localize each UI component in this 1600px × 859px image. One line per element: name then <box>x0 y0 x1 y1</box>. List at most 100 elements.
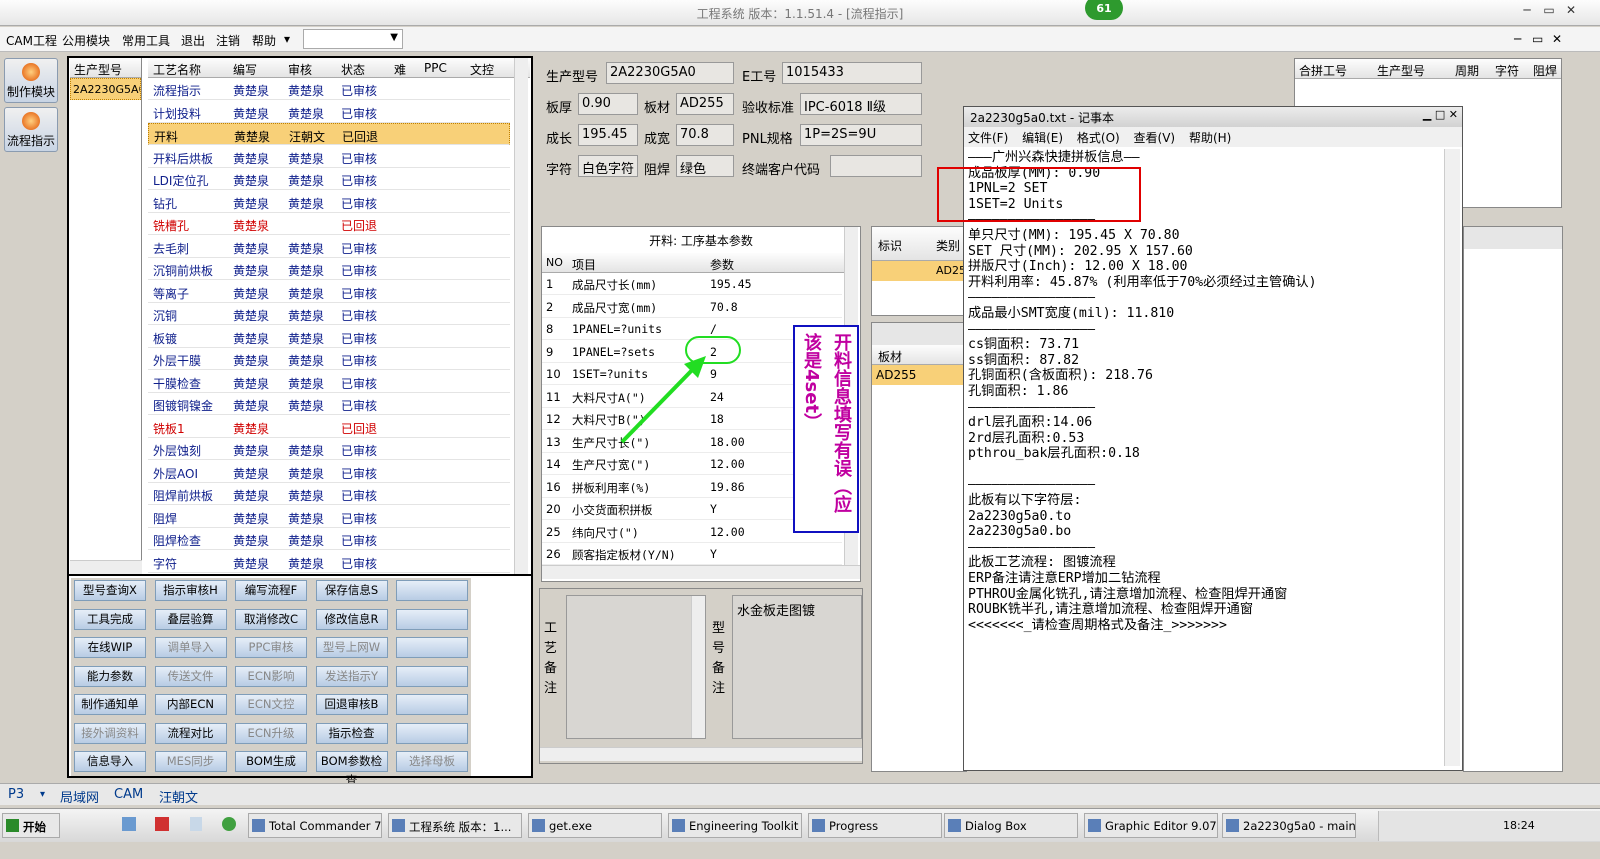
action-button[interactable]: ECN文控 <box>235 694 307 715</box>
action-button[interactable]: 取消修改C <box>235 608 307 630</box>
close-icon[interactable]: ✕ <box>1560 3 1582 17</box>
process-row[interactable]: 沉铜 黄楚泉 黄楚泉 已审核 <box>148 303 510 325</box>
process-row[interactable]: 外层蚀刻 黄楚泉 黄楚泉 已审核 <box>148 438 510 460</box>
help-dropdown-icon[interactable]: ▾ <box>284 32 290 46</box>
notepad-menu-edit[interactable]: 编辑(E) <box>1022 131 1063 145</box>
action-button[interactable]: 能力参数 <box>74 665 146 687</box>
process-row[interactable]: 开料 黄楚泉 汪朝文 已回退 <box>148 123 510 145</box>
start-button[interactable]: 开始 <box>2 813 60 838</box>
action-button[interactable] <box>396 665 468 687</box>
process-row[interactable]: 干膜检查 黄楚泉 黄楚泉 已审核 <box>148 371 510 393</box>
width-field[interactable]: 70.8 <box>676 124 734 146</box>
action-button[interactable]: 接外调资料 <box>74 722 146 744</box>
action-button[interactable]: 保存信息S <box>315 580 388 601</box>
taskbar-task[interactable]: get.exe <box>528 813 662 838</box>
mdi-restore-icon[interactable]: ▭ <box>1532 32 1543 46</box>
action-button[interactable]: 工具完成 <box>74 608 146 630</box>
mdi-close-icon[interactable]: ✕ <box>1552 32 1562 46</box>
char-field[interactable]: 白色字符 <box>578 155 638 177</box>
action-button[interactable]: 回退审核B <box>315 694 388 715</box>
maximize-icon[interactable]: ▭ <box>1538 3 1560 17</box>
taskbar-task[interactable]: 工程系统 版本：1... <box>388 813 522 838</box>
action-button[interactable]: PPC审核 <box>235 637 307 658</box>
process-row[interactable]: 铣板1 黄楚泉 已回退 <box>148 416 510 438</box>
process-row[interactable]: 计划投料 黄楚泉 黄楚泉 已审核 <box>148 101 510 123</box>
param-row[interactable]: 26 顾客指定板材(Y/N) Y <box>542 543 842 565</box>
process-row[interactable]: 阻焊前烘板 黄楚泉 黄楚泉 已审核 <box>148 483 510 505</box>
process-row[interactable]: 阻焊 黄楚泉 黄楚泉 已审核 <box>148 506 510 528</box>
quicklaunch-icon[interactable] <box>122 817 136 831</box>
process-row[interactable]: 沉铜前烘板 黄楚泉 黄楚泉 已审核 <box>148 258 510 280</box>
calculator-icon[interactable] <box>190 817 202 831</box>
taskbar-task[interactable]: Engineering Toolkit 9... <box>668 813 802 838</box>
action-button[interactable] <box>396 637 468 658</box>
action-button[interactable] <box>396 580 468 601</box>
action-button[interactable] <box>396 722 468 744</box>
process-row[interactable]: 钻孔 黄楚泉 黄楚泉 已审核 <box>148 191 510 213</box>
menu-exit[interactable]: 退出 <box>181 32 205 49</box>
customer-field[interactable] <box>830 155 922 177</box>
process-row[interactable]: 去毛刺 黄楚泉 黄楚泉 已审核 <box>148 236 510 258</box>
notepad-minimize-icon[interactable]: ▁ <box>1423 108 1431 121</box>
notepad-menu-view[interactable]: 查看(V) <box>1134 131 1176 145</box>
notification-badge[interactable]: 61 <box>1085 0 1123 20</box>
process-row[interactable]: 字符 黄楚泉 黄楚泉 已审核 <box>148 551 510 573</box>
taskbar-task[interactable]: Progress <box>808 813 942 838</box>
taskbar-task[interactable]: Total Commander 7.... <box>248 813 382 838</box>
process-row[interactable]: 铣槽孔 黄楚泉 已回退 <box>148 213 510 235</box>
action-button[interactable]: 选择母板 <box>396 751 468 772</box>
action-button[interactable] <box>396 694 468 715</box>
pnl-field[interactable]: 1P=2S=9U <box>800 124 922 146</box>
menu-common-tools[interactable]: 常用工具 <box>122 32 170 49</box>
process-scrollbar[interactable] <box>514 58 528 574</box>
action-button[interactable]: 型号上网W <box>315 637 388 658</box>
action-button[interactable]: ECN影响 <box>235 665 307 687</box>
action-button[interactable]: 传送文件 <box>154 665 227 687</box>
action-button[interactable]: 调单导入 <box>154 637 227 658</box>
material-row[interactable]: AD255 <box>872 365 966 385</box>
menu-common-module[interactable]: 公用模块 <box>62 32 110 49</box>
action-button[interactable] <box>396 608 468 630</box>
action-button[interactable]: 型号查询X <box>74 580 146 601</box>
action-button[interactable]: BOM参数检查 <box>315 751 388 787</box>
browser-icon[interactable] <box>222 817 236 831</box>
status-p3[interactable]: P3 <box>8 787 24 802</box>
material-field[interactable]: AD255 <box>676 93 734 115</box>
menu-cam[interactable]: CAM工程 <box>6 32 57 49</box>
taskbar-task[interactable]: 2a2230g5a0 - main_qa <box>1222 813 1356 838</box>
e-no-field[interactable]: 1015433 <box>782 62 922 84</box>
notepad-close-icon[interactable]: ✕ <box>1449 108 1458 121</box>
process-row[interactable]: 阻焊检查 黄楚泉 黄楚泉 已审核 <box>148 528 510 550</box>
mask-field[interactable]: 绿色 <box>676 155 734 177</box>
menu-combo[interactable]: ▼ <box>303 29 403 49</box>
minimize-icon[interactable]: ─ <box>1516 3 1538 17</box>
status-dropdown-icon[interactable]: ▾ <box>40 789 45 800</box>
param-row[interactable]: 1 成品尺寸长(mm) 195.45 <box>542 273 842 295</box>
menu-logout[interactable]: 注销 <box>216 32 240 49</box>
model-field[interactable]: 2A2230G5A0 <box>606 62 734 84</box>
action-button[interactable]: 制作通知单 <box>74 694 146 715</box>
action-button[interactable]: 信息导入 <box>74 751 146 772</box>
params-hscrollbar[interactable] <box>542 565 860 579</box>
remarks-scrollbar[interactable] <box>540 747 862 761</box>
nav-process-instruction[interactable]: 流程指示 <box>4 107 58 152</box>
process-row[interactable]: 等离子 黄楚泉 黄楚泉 已审核 <box>148 281 510 303</box>
process-row[interactable]: 板镀 黄楚泉 黄楚泉 已审核 <box>148 326 510 348</box>
notepad-menu-format[interactable]: 格式(O) <box>1077 131 1120 145</box>
nav-make-module[interactable]: 制作模块 <box>4 58 58 103</box>
process-row[interactable]: 开料后烘板 黄楚泉 黄楚泉 已审核 <box>148 146 510 168</box>
process-row[interactable]: 图镀铜镍金 黄楚泉 黄楚泉 已审核 <box>148 393 510 415</box>
action-button[interactable]: BOM生成 <box>235 751 307 772</box>
pdf-icon[interactable] <box>155 817 169 831</box>
mdi-minimize-icon[interactable]: ─ <box>1514 32 1521 46</box>
process-row[interactable]: 流程指示 黄楚泉 黄楚泉 已审核 <box>148 78 510 100</box>
mark-row[interactable]: AD25 <box>872 261 966 281</box>
process-row[interactable]: 外层AOI 黄楚泉 黄楚泉 已审核 <box>148 461 510 483</box>
action-button[interactable]: ECN升级 <box>235 722 307 744</box>
action-button[interactable]: 指示审核H <box>154 580 227 601</box>
notepad-menu-file[interactable]: 文件(F) <box>968 131 1008 145</box>
action-button[interactable]: 流程对比 <box>154 722 227 744</box>
notepad-maximize-icon[interactable]: □ <box>1435 108 1445 121</box>
action-button[interactable]: 在线WIP <box>74 637 146 658</box>
action-button[interactable]: 指示检查 <box>315 722 388 744</box>
